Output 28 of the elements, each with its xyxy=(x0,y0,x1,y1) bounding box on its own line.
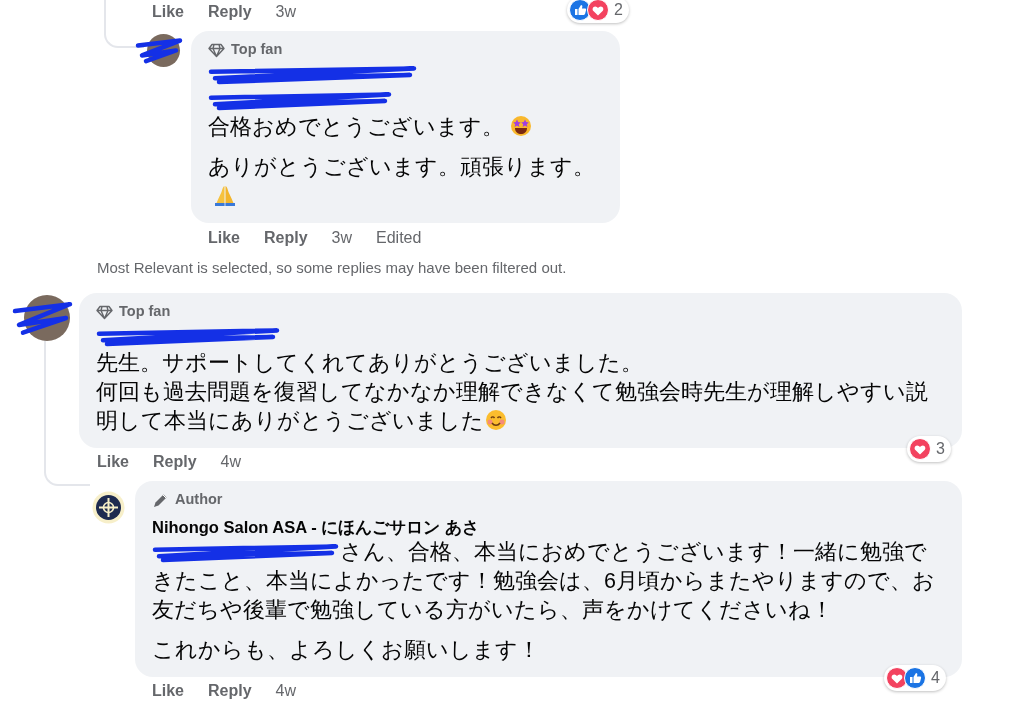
comment-time[interactable]: 3w xyxy=(331,226,353,250)
like-button[interactable]: Like xyxy=(97,450,129,474)
reply-button[interactable]: Reply xyxy=(153,450,197,474)
comment-time[interactable]: 3w xyxy=(275,0,297,24)
comment-text: ありがとうございます。頑張ります。 xyxy=(208,153,607,211)
top-fan-label: Top fan xyxy=(231,40,283,60)
filter-notice: Most Relevant is selected, so some replies may have been filtered out. xyxy=(96,258,568,277)
reply-button[interactable]: Reply xyxy=(208,679,252,701)
reaction-count-badge[interactable]: 4 xyxy=(884,665,946,691)
comment-text: 先生。サポートしてくれてありがとうございました。 xyxy=(96,350,644,377)
reply-button[interactable]: Reply xyxy=(208,0,252,24)
comment-time[interactable]: 4w xyxy=(275,679,297,701)
comment-text: さん、合格、本当におめでとうございます！一緒に勉強できたこと、本当によかったです！勉強会は、6月頃からまたやりますので、お友だちや後輩で勉強している方がいたら、声をかけてくださいね！ xyxy=(152,539,936,624)
comment-text: 合格おめでとうございます。 xyxy=(208,113,607,142)
reaction-count-badge[interactable]: 2 xyxy=(567,0,629,23)
thread-connector-line xyxy=(104,0,144,48)
like-button[interactable]: Like xyxy=(152,679,184,701)
comment-time[interactable]: 4w xyxy=(220,450,242,474)
edited-label: Edited xyxy=(376,228,422,248)
reaction-count-badge[interactable]: 3 xyxy=(907,436,951,462)
comment-text: 何回も過去問題を復習してなかなか理解できなくて勉強会時先生が理解しやすい説明して本当にありがとうございました xyxy=(96,379,929,435)
like-button[interactable]: Like xyxy=(208,226,240,250)
top-fan-label: Top fan xyxy=(119,302,171,322)
comment-text: これからも、よろしくお願いします！ xyxy=(152,637,541,664)
author-label: Author xyxy=(175,490,223,510)
like-button[interactable]: Like xyxy=(152,0,184,24)
commenter-name[interactable]: Nihongo Salon ASA - にほんごサロン あさ xyxy=(152,515,949,537)
reply-button[interactable]: Reply xyxy=(264,226,308,250)
